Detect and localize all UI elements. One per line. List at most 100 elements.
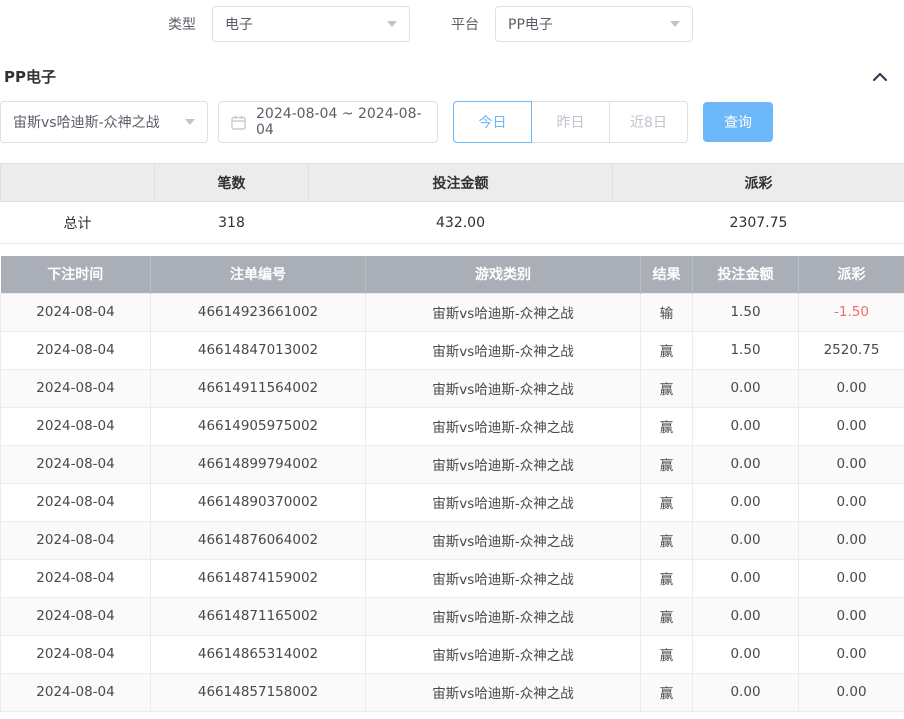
bet-cell-game: 宙斯vs哈迪斯-众神之战 — [366, 293, 641, 331]
summary-total-row: 总计 318 432.00 2307.75 — [1, 202, 904, 244]
today-button[interactable]: 今日 — [453, 101, 532, 143]
bet-cell-time: 2024-08-04 — [1, 407, 151, 445]
bet-cell-time: 2024-08-04 — [1, 293, 151, 331]
date-range-picker[interactable]: 2024-08-04 ~ 2024-08-04 — [218, 101, 438, 143]
bet-row: 2024-08-0446614874159002宙斯vs哈迪斯-众神之战赢0.0… — [1, 559, 904, 597]
bet-cell-id: 46614874159002 — [151, 559, 366, 597]
bet-cell-amount: 1.50 — [693, 293, 799, 331]
bet-cell-time: 2024-08-04 — [1, 559, 151, 597]
bet-row: 2024-08-0446614871165002宙斯vs哈迪斯-众神之战赢0.0… — [1, 597, 904, 635]
bets-header-time: 下注时间 — [1, 256, 151, 293]
summary-total-bet-amount: 432.00 — [309, 202, 613, 244]
bet-cell-result: 赢 — [641, 445, 693, 483]
bet-cell-time: 2024-08-04 — [1, 445, 151, 483]
bet-row: 2024-08-0446614865314002宙斯vs哈迪斯-众神之战赢0.0… — [1, 635, 904, 673]
bets-table: 下注时间 注单编号 游戏类别 结果 投注金额 派彩 2024-08-044661… — [0, 256, 904, 712]
bet-cell-payout: 0.00 — [799, 521, 904, 559]
caret-down-icon — [670, 21, 680, 27]
bets-header-amount: 投注金额 — [693, 256, 799, 293]
bet-row: 2024-08-0446614905975002宙斯vs哈迪斯-众神之战赢0.0… — [1, 407, 904, 445]
bet-cell-time: 2024-08-04 — [1, 597, 151, 635]
bet-row: 2024-08-0446614857158002宙斯vs哈迪斯-众神之战赢0.0… — [1, 673, 904, 711]
bet-cell-result: 赢 — [641, 407, 693, 445]
summary-header-payout: 派彩 — [613, 164, 904, 202]
bet-cell-result: 赢 — [641, 597, 693, 635]
bet-row: 2024-08-0446614911564002宙斯vs哈迪斯-众神之战赢0.0… — [1, 369, 904, 407]
summary-total-payout: 2307.75 — [613, 202, 904, 244]
summary-header-count: 笔数 — [155, 164, 309, 202]
bet-cell-payout: 0.00 — [799, 483, 904, 521]
type-label: 类型 — [168, 14, 196, 34]
bet-cell-amount: 0.00 — [693, 369, 799, 407]
bet-cell-game: 宙斯vs哈迪斯-众神之战 — [366, 407, 641, 445]
bet-cell-payout: 2520.75 — [799, 331, 904, 369]
bet-cell-game: 宙斯vs哈迪斯-众神之战 — [366, 483, 641, 521]
bet-cell-amount: 0.00 — [693, 559, 799, 597]
bet-cell-payout: 0.00 — [799, 559, 904, 597]
chevron-up-icon[interactable] — [872, 71, 888, 83]
bet-cell-payout: 0.00 — [799, 597, 904, 635]
bet-cell-time: 2024-08-04 — [1, 635, 151, 673]
bet-cell-result: 赢 — [641, 331, 693, 369]
platform-select-value: PP电子 — [508, 14, 553, 34]
bets-table-body: 2024-08-0446614923661002宙斯vs哈迪斯-众神之战输1.5… — [1, 293, 904, 711]
last-8-days-button[interactable]: 近8日 — [609, 101, 688, 143]
bet-cell-time: 2024-08-04 — [1, 521, 151, 559]
bet-cell-id: 46614857158002 — [151, 673, 366, 711]
summary-header-row: 笔数 投注金额 派彩 — [1, 164, 904, 202]
summary-total-count: 318 — [155, 202, 309, 244]
bet-cell-game: 宙斯vs哈迪斯-众神之战 — [366, 559, 641, 597]
bet-row: 2024-08-0446614876064002宙斯vs哈迪斯-众神之战赢0.0… — [1, 521, 904, 559]
bet-cell-game: 宙斯vs哈迪斯-众神之战 — [366, 521, 641, 559]
bet-cell-id: 46614923661002 — [151, 293, 366, 331]
caret-down-icon — [387, 21, 397, 27]
bet-row: 2024-08-0446614899794002宙斯vs哈迪斯-众神之战赢0.0… — [1, 445, 904, 483]
bet-cell-payout: 0.00 — [799, 673, 904, 711]
bet-row: 2024-08-0446614847013002宙斯vs哈迪斯-众神之战赢1.5… — [1, 331, 904, 369]
bet-cell-result: 赢 — [641, 521, 693, 559]
bet-cell-id: 46614905975002 — [151, 407, 366, 445]
bet-cell-result: 赢 — [641, 673, 693, 711]
bet-cell-game: 宙斯vs哈迪斯-众神之战 — [366, 369, 641, 407]
bet-cell-id: 46614890370002 — [151, 483, 366, 521]
caret-down-icon — [185, 119, 195, 125]
bet-cell-result: 输 — [641, 293, 693, 331]
bet-cell-result: 赢 — [641, 559, 693, 597]
game-select[interactable]: 宙斯vs哈迪斯-众神之战 — [0, 101, 208, 143]
summary-header-bet-amount: 投注金额 — [309, 164, 613, 202]
top-filter-bar: 类型 电子 平台 PP电子 — [0, 0, 904, 50]
bet-cell-id: 46614911564002 — [151, 369, 366, 407]
bet-cell-time: 2024-08-04 — [1, 673, 151, 711]
section-title: PP电子 — [4, 66, 56, 87]
summary-header-empty — [1, 164, 155, 202]
platform-label: 平台 — [451, 14, 479, 34]
bet-cell-amount: 0.00 — [693, 673, 799, 711]
yesterday-button[interactable]: 昨日 — [531, 101, 610, 143]
bet-cell-id: 46614871165002 — [151, 597, 366, 635]
bet-row: 2024-08-0446614923661002宙斯vs哈迪斯-众神之战输1.5… — [1, 293, 904, 331]
bet-cell-time: 2024-08-04 — [1, 331, 151, 369]
bet-cell-amount: 0.00 — [693, 597, 799, 635]
bet-cell-game: 宙斯vs哈迪斯-众神之战 — [366, 597, 641, 635]
bet-cell-payout: 0.00 — [799, 635, 904, 673]
game-select-value: 宙斯vs哈迪斯-众神之战 — [13, 112, 160, 132]
platform-select[interactable]: PP电子 — [495, 6, 693, 42]
bet-cell-game: 宙斯vs哈迪斯-众神之战 — [366, 445, 641, 483]
date-range-value: 2024-08-04 ~ 2024-08-04 — [256, 106, 425, 138]
bet-cell-game: 宙斯vs哈迪斯-众神之战 — [366, 635, 641, 673]
search-button[interactable]: 查询 — [703, 102, 773, 142]
bet-cell-time: 2024-08-04 — [1, 483, 151, 521]
bet-cell-amount: 1.50 — [693, 331, 799, 369]
type-select-value: 电子 — [225, 14, 253, 34]
bet-cell-amount: 0.00 — [693, 521, 799, 559]
bet-row: 2024-08-0446614890370002宙斯vs哈迪斯-众神之战赢0.0… — [1, 483, 904, 521]
bet-cell-amount: 0.00 — [693, 445, 799, 483]
bet-cell-payout: 0.00 — [799, 369, 904, 407]
bet-cell-payout: 0.00 — [799, 445, 904, 483]
bet-cell-id: 46614865314002 — [151, 635, 366, 673]
summary-total-label: 总计 — [1, 202, 155, 244]
bets-header-game: 游戏类别 — [366, 256, 641, 293]
bets-header-row: 下注时间 注单编号 游戏类别 结果 投注金额 派彩 — [1, 256, 904, 293]
calendar-icon — [231, 115, 246, 130]
type-select[interactable]: 电子 — [212, 6, 410, 42]
